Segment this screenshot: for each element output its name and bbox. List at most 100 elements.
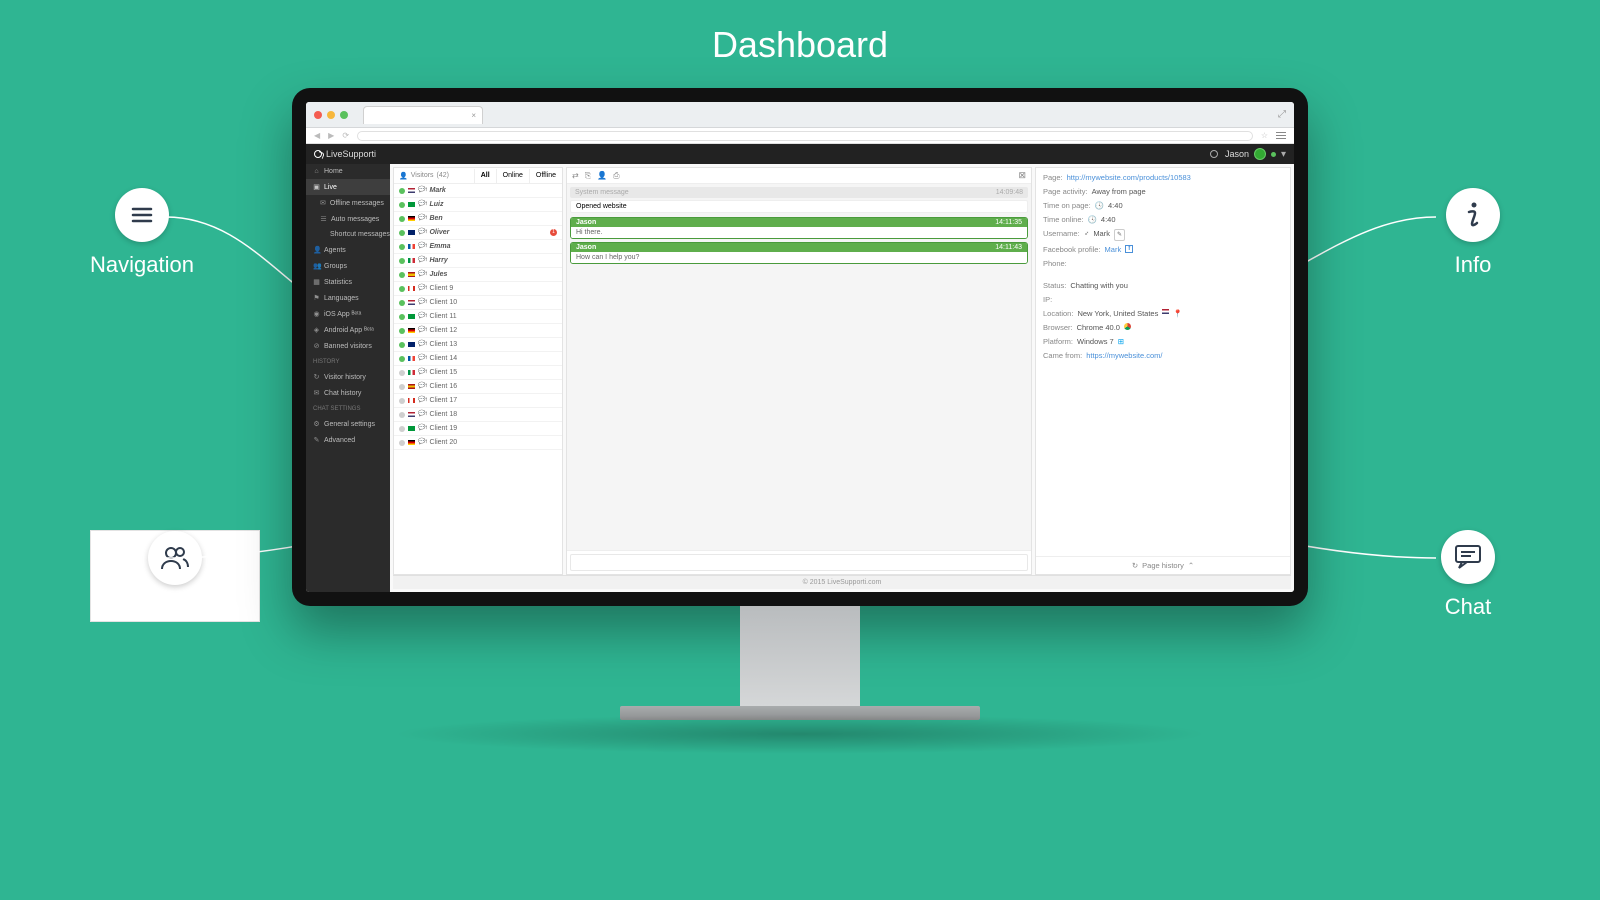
visitor-row[interactable]: 💬↑Jules [394,268,562,282]
visitor-row[interactable]: 💬↑Client 14 [394,352,562,366]
visitor-meta-icons: 💬↑ [418,270,426,279]
info-value: Chrome 40.0 [1077,323,1120,333]
visitor-row[interactable]: 💬↑Client 18 [394,408,562,422]
nav-back-icon[interactable]: ◀ [314,131,320,140]
visitor-name: Client 19 [429,424,457,433]
print-icon[interactable]: ⎙ [613,171,619,181]
sidebar-item[interactable]: ✉Chat history [306,385,390,401]
visitor-meta-icons: 💬↑ [418,214,426,223]
flag-icon [408,314,415,319]
visitor-row[interactable]: 💬↑Oliver1 [394,226,562,240]
sidebar-item[interactable]: ⊘Banned visitors [306,338,390,354]
visitor-row[interactable]: 💬↑Client 19 [394,422,562,436]
sidebar-label: Android App ᴮᵉᵗᵃ [324,327,374,334]
flag-icon [408,216,415,221]
visitor-row[interactable]: 💬↑Client 15 [394,366,562,380]
edit-icon[interactable]: ✎ [1114,229,1125,241]
message-sender: Jason [576,219,596,226]
sidebar-item[interactable]: ▣Live [306,179,390,195]
sidebar-icon: ⚙ [313,420,320,428]
facebook-link[interactable]: Mark [1105,245,1122,255]
flag-icon [408,230,415,235]
message-input[interactable] [570,554,1028,571]
visitor-row[interactable]: 💬↑Client 17 [394,394,562,408]
reload-icon[interactable]: ⟳ [342,131,349,140]
sidebar-item[interactable]: ⚙General settings [306,416,390,432]
nav-forward-icon[interactable]: ▶ [328,131,334,140]
sidebar-item[interactable]: 👥Groups [306,258,390,274]
visitor-row[interactable]: 💬↑Mark [394,184,562,198]
attach-icon[interactable]: ⎘ [585,171,591,181]
status-dot-icon [399,230,405,236]
globe-icon[interactable] [1210,150,1218,158]
sidebar-item[interactable]: ☰Auto messages [306,211,390,227]
browser-menu-icon[interactable] [1276,132,1286,140]
settings-icon[interactable]: ▾ [1281,149,1286,160]
user-icon[interactable]: 👤 [597,171,607,180]
window-close-icon[interactable] [314,111,322,119]
visitor-row[interactable]: 💬↑Client 13 [394,338,562,352]
visitor-row[interactable]: 💬↑Harry [394,254,562,268]
info-value: Mark [1093,229,1110,241]
sidebar-icon: ☰ [320,215,327,223]
status-indicator-icon[interactable] [1271,152,1276,157]
visitor-row[interactable]: 💬↑Client 12 [394,324,562,338]
referrer-link[interactable]: https://mywebsite.com/ [1086,351,1162,361]
facebook-icon[interactable]: f [1125,245,1133,253]
page-history-toggle[interactable]: ↻ Page history ⌃ [1036,556,1290,574]
info-page-link[interactable]: http://mywebsite.com/products/10583 [1067,173,1191,183]
visitor-row[interactable]: 💬↑Client 11 [394,310,562,324]
sidebar-item[interactable]: ⚑Languages [306,290,390,306]
visitor-row[interactable]: 💬↑Client 20 [394,436,562,450]
window-maximize-icon[interactable] [340,111,348,119]
visitor-row[interactable]: 💬↑Ben [394,212,562,226]
close-icon[interactable]: × [471,111,476,120]
transfer-icon[interactable]: ⇄ [572,171,579,180]
window-minimize-icon[interactable] [327,111,335,119]
visitor-row[interactable]: 💬↑Luiz [394,198,562,212]
sidebar-item[interactable]: ⌂Home [306,164,390,179]
visitor-filter[interactable]: All [474,169,496,183]
visitor-row[interactable]: 💬↑Client 9 [394,282,562,296]
avatar[interactable] [1254,148,1266,160]
sidebar-item[interactable]: ✉Offline messages [306,195,390,211]
sidebar-label: Advanced [324,437,355,444]
address-bar[interactable] [357,131,1253,141]
visitor-filter[interactable]: Offline [529,169,562,183]
fullscreen-icon[interactable]: ⤢ [1278,109,1286,120]
sidebar-item[interactable]: ◈ Android App ᴮᵉᵗᵃ [306,322,390,338]
sidebar-icon: ◈ [313,326,320,334]
sidebar-item[interactable]: ▦Statistics [306,274,390,290]
male-icon: ♂ [1084,229,1090,241]
visitor-meta-icons: 💬↑ [418,228,426,237]
sidebar-label: Agents [324,247,346,254]
sidebar-item[interactable]: 👤Agents [306,242,390,258]
sidebar-icon: ▣ [313,183,320,191]
visitor-row[interactable]: 💬↑Emma [394,240,562,254]
sidebar-section: HISTORY [306,354,390,369]
flag-icon [408,188,415,193]
visitor-name: Ben [429,214,442,223]
sidebar-section: CHAT SETTINGS [306,401,390,416]
browser-tab[interactable]: × [363,106,483,124]
system-message: System message 14:09:48 [570,187,1028,198]
end-chat-icon[interactable]: ⊠ [1018,170,1026,181]
visitor-row[interactable]: 💬↑Client 16 [394,380,562,394]
visitor-name: Mark [429,186,445,195]
message-time: 14:11:43 [995,244,1022,251]
callout-label: Info [1446,252,1500,278]
visitor-meta-icons: 💬↑ [418,312,426,321]
visitors-panel: 👤 Visitors (42) AllOnlineOffline 💬↑Mark💬… [393,167,563,575]
map-pin-icon[interactable]: 📍 [1173,309,1182,319]
sidebar-label: Languages [324,295,359,302]
sidebar-item[interactable]: ✎Advanced [306,432,390,448]
visitor-filter[interactable]: Online [496,169,529,183]
sidebar-label: Shortcut messages [330,231,390,238]
visitor-row[interactable]: 💬↑Client 10 [394,296,562,310]
info-label: Location: [1043,309,1073,319]
bookmark-icon[interactable]: ☆ [1261,131,1268,140]
callout-info: Info [1446,188,1500,278]
sidebar-item[interactable]: ◉iOS App ᴮᵉᵗᵃ [306,306,390,322]
sidebar-item[interactable]: Shortcut messages [306,227,390,242]
sidebar-item[interactable]: ↻Visitor history [306,369,390,385]
